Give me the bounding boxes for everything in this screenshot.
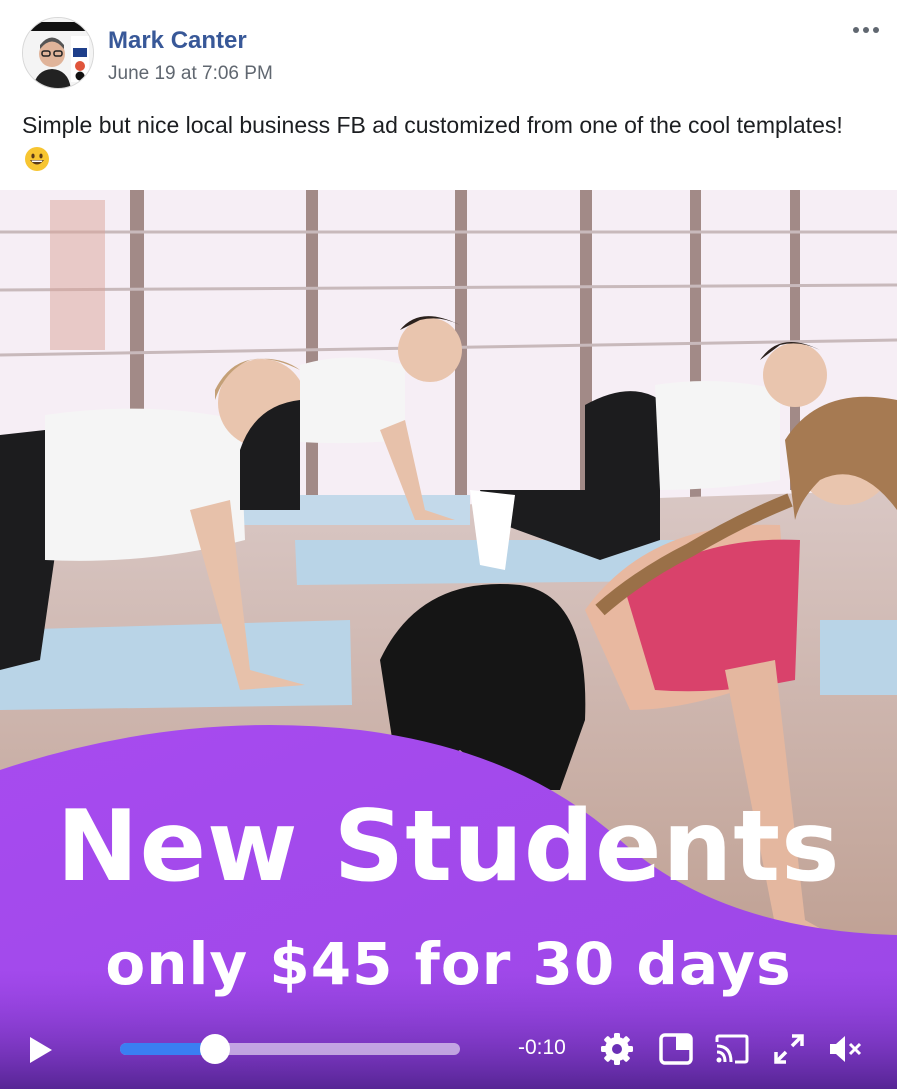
progress-track[interactable] — [120, 1034, 460, 1064]
muted-speaker-icon[interactable] — [826, 1030, 864, 1068]
time-remaining: -0:10 — [518, 1036, 566, 1059]
fullscreen-icon[interactable] — [770, 1030, 808, 1068]
post-header: Mark Canter June 19 at 7:06 PM Simple bu… — [0, 0, 897, 190]
settings-gear-icon[interactable] — [598, 1030, 636, 1068]
author-name[interactable]: Mark Canter — [108, 27, 247, 55]
progress-knob[interactable] — [200, 1034, 231, 1064]
ad-subline: only $45 for 30 days — [105, 930, 792, 998]
post-caption: Simple but nice local business FB ad cus… — [22, 108, 872, 176]
more-icon[interactable] — [846, 18, 886, 42]
post-timestamp[interactable]: June 19 at 7:06 PM — [108, 63, 273, 85]
play-icon[interactable] — [22, 1032, 58, 1068]
player-controls: -0:10 — [0, 1008, 897, 1089]
avatar-photo — [23, 18, 93, 88]
post-caption-text: Simple but nice local business FB ad cus… — [22, 112, 843, 138]
ad-headline: New Students — [56, 790, 841, 904]
cast-icon[interactable] — [713, 1030, 751, 1068]
grinning-emoji-icon — [25, 147, 49, 171]
avatar[interactable] — [22, 17, 94, 89]
picture-in-picture-icon[interactable] — [657, 1030, 695, 1068]
video-player[interactable]: New Students only $45 for 30 days — [0, 190, 897, 1089]
